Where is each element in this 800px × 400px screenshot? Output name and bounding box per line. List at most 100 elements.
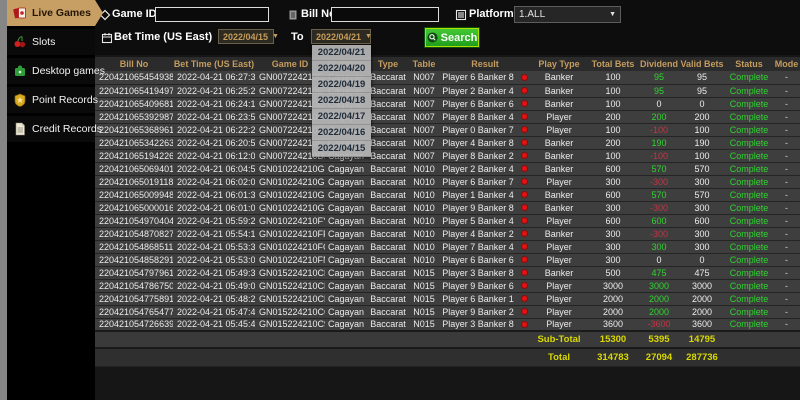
replay-icon[interactable] bbox=[520, 230, 528, 237]
result-text: Player 7 Banker 4 bbox=[442, 241, 514, 252]
cell-bet-time: 2022-04-21 05:48:24 bbox=[173, 292, 255, 306]
replay-icon[interactable] bbox=[520, 320, 528, 328]
cell-bet-time: 2022-04-21 06:25:21 bbox=[173, 84, 255, 98]
cell-bill-no: 220421054797961 bbox=[95, 266, 173, 280]
total-spacer-end bbox=[725, 347, 800, 367]
cell-valid-bets: 100 bbox=[679, 149, 725, 163]
replay-icon[interactable] bbox=[520, 73, 528, 81]
cell-result: Player 6 Banker 8 bbox=[439, 71, 531, 85]
game-id-input[interactable] bbox=[155, 7, 269, 22]
cell-play-type: Banker bbox=[531, 136, 587, 150]
replay-icon[interactable] bbox=[520, 204, 528, 211]
cell-dividend: -100 bbox=[639, 123, 679, 137]
cell-valid-bets: 300 bbox=[679, 175, 725, 189]
date-option[interactable]: 2022/04/16 bbox=[312, 125, 371, 141]
replay-icon[interactable] bbox=[520, 165, 528, 172]
cell-play-type: Banker bbox=[531, 266, 587, 280]
subtotal-valid-bets: 14795 bbox=[679, 330, 725, 349]
result-text: Player 8 Banker 2 bbox=[442, 150, 514, 161]
total-spacer bbox=[95, 347, 531, 367]
platform-select[interactable]: 1.ALL ▼ bbox=[514, 6, 621, 23]
sidebar-item-point-records[interactable]: Point Records bbox=[7, 87, 98, 113]
total-total-bets: 314783 bbox=[587, 347, 639, 367]
cell-type: Baccarat bbox=[367, 84, 409, 98]
sidebar-item-live-games[interactable]: Live Games bbox=[7, 0, 103, 26]
cell-status: Complete bbox=[725, 188, 773, 202]
cell-valid-bets: 3000 bbox=[679, 279, 725, 293]
cell-mode: - bbox=[773, 162, 800, 176]
cell-play-type: Player bbox=[531, 305, 587, 319]
cell-status: Complete bbox=[725, 97, 773, 111]
cell-type: Baccarat bbox=[367, 162, 409, 176]
replay-icon[interactable] bbox=[520, 100, 528, 107]
cell-play-type: Player bbox=[531, 175, 587, 189]
cell-mode: - bbox=[773, 214, 800, 228]
search-button[interactable]: Search bbox=[424, 27, 480, 48]
replay-icon[interactable] bbox=[520, 191, 528, 198]
table-row: 220421054775891 2022-04-21 05:48:24 GN0152… bbox=[95, 292, 800, 306]
cell-play-type: Player bbox=[531, 214, 587, 228]
date-option[interactable]: 2022/04/20 bbox=[312, 61, 371, 77]
cell-total-bets: 100 bbox=[587, 123, 639, 137]
table-row: 220421054797961 2022-04-21 05:49:38 GN0152… bbox=[95, 266, 800, 280]
cell-status: Complete bbox=[725, 266, 773, 280]
subtotal-spacer-end bbox=[725, 330, 800, 349]
replay-icon[interactable] bbox=[520, 282, 528, 289]
cell-play-type: Player bbox=[531, 318, 587, 332]
replay-icon[interactable] bbox=[520, 126, 528, 133]
cell-type: Baccarat bbox=[367, 318, 409, 332]
cell-result: Player 2 Banker 4 bbox=[439, 84, 531, 98]
date-option[interactable]: 2022/04/19 bbox=[312, 77, 371, 93]
replay-icon[interactable] bbox=[520, 256, 528, 263]
date-option[interactable]: 2022/04/18 bbox=[312, 93, 371, 109]
bill-no-input[interactable] bbox=[331, 7, 439, 22]
cell-platform: Cagayan bbox=[325, 266, 367, 280]
result-wrap: Player 5 Banker 4 bbox=[441, 216, 529, 226]
date-option[interactable]: 2022/04/15 bbox=[312, 141, 371, 157]
table-row: 220421065409681 2022-04-21 06:24:15 GN0072… bbox=[95, 97, 800, 111]
cell-total-bets: 300 bbox=[587, 227, 639, 241]
cell-mode: - bbox=[773, 97, 800, 111]
replay-icon[interactable] bbox=[520, 217, 528, 224]
date-option[interactable]: 2022/04/17 bbox=[312, 109, 371, 125]
replay-icon[interactable] bbox=[520, 139, 528, 146]
cell-game-id: GN015224210CE bbox=[255, 279, 325, 293]
date-from-select[interactable]: 2022/04/15 ▼ bbox=[218, 29, 279, 44]
cell-result: Player 1 Banker 4 bbox=[439, 188, 531, 202]
result-text: Player 2 Banker 4 bbox=[442, 163, 514, 174]
replay-icon[interactable] bbox=[520, 87, 528, 94]
table-row: 220421065000016 2022-04-21 06:01:07 GN0102… bbox=[95, 201, 800, 215]
cell-table: N015 bbox=[409, 279, 439, 293]
cell-total-bets: 300 bbox=[587, 175, 639, 189]
cell-bill-no: 220421065342263 bbox=[95, 136, 173, 150]
replay-icon[interactable] bbox=[520, 269, 528, 276]
replay-icon[interactable] bbox=[520, 152, 528, 159]
date-option[interactable]: 2022/04/21 bbox=[312, 45, 371, 61]
cell-valid-bets: 600 bbox=[679, 214, 725, 228]
replay-icon[interactable] bbox=[520, 308, 528, 315]
date-to-select[interactable]: 2022/04/21 ▼ bbox=[311, 29, 372, 44]
replay-icon[interactable] bbox=[520, 243, 528, 250]
cell-table: N007 bbox=[409, 71, 439, 85]
table-row: 220421065454938 2022-04-21 06:27:32 GN0072… bbox=[95, 71, 800, 85]
cell-type: Baccarat bbox=[367, 149, 409, 163]
cell-status: Complete bbox=[725, 292, 773, 306]
cell-status: Complete bbox=[725, 84, 773, 98]
cell-mode: - bbox=[773, 318, 800, 332]
cell-status: Complete bbox=[725, 175, 773, 189]
sidebar-item-slots[interactable]: Slots bbox=[7, 29, 95, 55]
replay-icon[interactable] bbox=[520, 113, 528, 120]
cell-type: Baccarat bbox=[367, 227, 409, 241]
result-text: Player 4 Banker 2 bbox=[442, 228, 514, 239]
sidebar-item-credit-records[interactable]: Credit Records bbox=[7, 116, 102, 142]
replay-icon[interactable] bbox=[520, 178, 528, 185]
cell-mode: - bbox=[773, 279, 800, 293]
cell-dividend: 600 bbox=[639, 214, 679, 228]
cell-status: Complete bbox=[725, 279, 773, 293]
cell-table: N010 bbox=[409, 188, 439, 202]
result-text: Player 6 Banker 8 bbox=[442, 72, 514, 83]
replay-icon[interactable] bbox=[520, 295, 528, 302]
cell-total-bets: 200 bbox=[587, 110, 639, 124]
sidebar-item-desktop-games[interactable]: Desktop games bbox=[7, 58, 105, 84]
cell-play-type: Banker bbox=[531, 227, 587, 241]
